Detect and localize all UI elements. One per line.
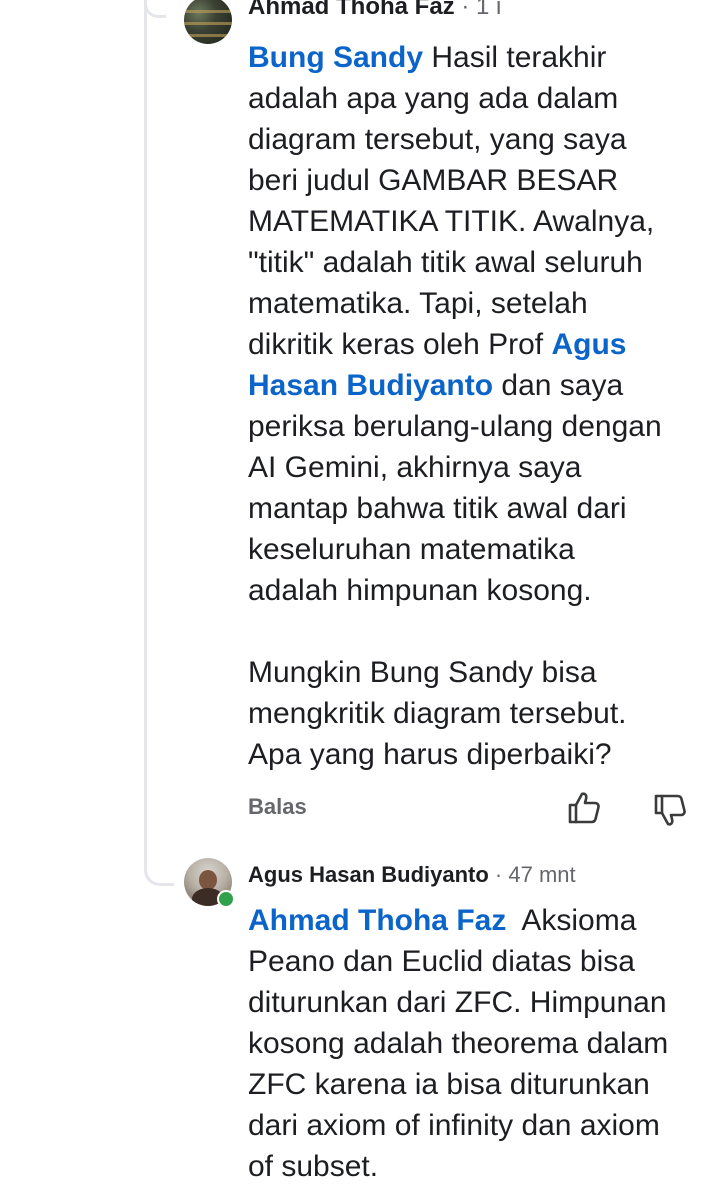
comment-1-header: Ahmad Thoha Faz · 1 j xyxy=(248,0,501,14)
reply-button[interactable]: Balas xyxy=(248,794,307,820)
thread-connector xyxy=(144,850,174,886)
comment-1-time: · 1 j xyxy=(461,0,502,14)
online-status-indicator xyxy=(217,890,235,908)
comment-2-header: Agus Hasan Budiyanto · 47 mnt xyxy=(248,861,576,889)
comment-2-time: · 47 mnt xyxy=(488,862,576,887)
thumbs-down-icon[interactable] xyxy=(652,792,688,828)
thread-connector-top xyxy=(144,0,166,18)
comment-1-text-part-2: dan saya periksa berulang-ulang dengan A… xyxy=(248,369,662,771)
comment-1-text-part-1: Hasil terakhir adalah apa yang ada dalam… xyxy=(248,41,655,361)
comment-2-author[interactable]: Agus Hasan Budiyanto xyxy=(248,862,489,887)
comment-1-body: Bung Sandy Hasil terakhir adalah apa yan… xyxy=(248,37,708,775)
comment-1-author[interactable]: Ahmad Thoha Faz xyxy=(248,0,455,14)
thread-line xyxy=(144,0,147,860)
comment-2-body: Ahmad Thoha Faz Aksioma Peano dan Euclid… xyxy=(248,900,708,1187)
mention-ahmad-thoha-faz[interactable]: Ahmad Thoha Faz xyxy=(248,904,506,937)
avatar-ahmad-thoha-faz[interactable] xyxy=(184,0,232,44)
mention-bung-sandy[interactable]: Bung Sandy xyxy=(248,41,423,74)
thumbs-up-icon[interactable] xyxy=(566,790,602,826)
comment-2-text: Aksioma Peano dan Euclid diatas bisa dit… xyxy=(248,904,669,1183)
comment-1-actions: Balas xyxy=(248,792,688,826)
